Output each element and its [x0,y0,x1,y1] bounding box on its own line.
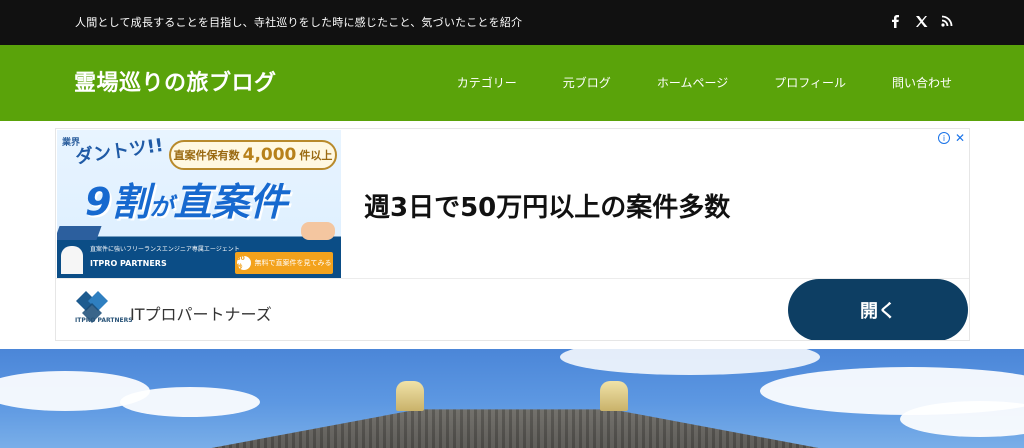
ad-mini-logo: ITPRO PARTNERS [90,259,167,268]
close-icon[interactable]: ✕ [955,131,965,145]
nav-item-profile[interactable]: プロフィール [774,74,846,91]
ad-headline[interactable]: 週3日で50万円以上の案件多数 [364,187,730,224]
nav-item-contact[interactable]: 問い合わせ [892,74,952,91]
social-links [888,14,954,28]
advertiser-name[interactable]: ITプロパートナーズ [130,301,272,325]
nav-item-category[interactable]: カテゴリー [457,74,517,91]
main-nav: カテゴリー 元ブログ ホームページ プロフィール 問い合わせ [457,74,952,91]
open-button[interactable]: 開く [788,279,968,340]
itpro-logo-icon [76,291,108,323]
ad-banner-image[interactable]: 業界 ダントツ!! 直案件保有数 4,000 件以上 9割が直案件 直案件に強い… [57,130,341,278]
ad-headline-ga: が [149,193,174,221]
ad-count-badge: 直案件保有数 4,000 件以上 [169,140,337,170]
advertiser-logo-text: ITPRO PARTNERS [75,317,133,324]
ad-cta-text: 無料で直案件を見てみる [254,259,332,267]
nav-item-original-blog[interactable]: 元ブログ [563,74,611,91]
rss-icon[interactable] [940,14,954,28]
ad-headline-main: 9割 [85,180,150,224]
advertisement[interactable]: 業界 ダントツ!! 直案件保有数 4,000 件以上 9割が直案件 直案件に強い… [55,128,970,341]
site-tagline: 人間として成長することを目指し、寺社巡りをした時に感じたこと、気づいたことを紹介 [75,16,523,29]
agent-avatar [61,246,83,274]
hero-image [0,349,1024,448]
ad-headline-end: 直案件 [173,180,288,224]
laptop-illustration [57,226,102,240]
facebook-icon[interactable] [888,14,902,28]
site-header: 霊場巡りの旅ブログ カテゴリー 元ブログ ホームページ プロフィール 問い合わせ [0,45,1024,121]
info-icon[interactable]: i [937,132,950,144]
hand-illustration [301,222,335,240]
nav-item-homepage[interactable]: ホームページ [657,74,728,91]
x-icon[interactable] [914,14,928,28]
adchoices[interactable]: i ✕ [937,131,965,145]
cloud [120,387,260,417]
ad-image-headline: 9割が直案件 [85,171,287,226]
ad-badge-suffix: 件以上 [299,149,333,162]
cloud [560,349,820,375]
ad-agent-description: 直案件に強いフリーランスエンジニア専属エージェント [90,246,240,253]
ad-badge-number: 4,000 [242,145,297,165]
ad-cta-badge: 30秒 [236,255,251,271]
site-title[interactable]: 霊場巡りの旅ブログ [74,65,277,97]
cloud [900,401,1024,437]
roof-ornament-right [600,381,628,411]
ad-badge-prefix: 直案件保有数 [173,149,240,162]
ad-bottom-section[interactable]: ITPRO PARTNERS ITプロパートナーズ 開く [56,279,969,340]
ad-mini-cta[interactable]: 30秒 無料で直案件を見てみる [235,252,333,274]
roof-ornament-left [396,381,424,411]
ad-top-section[interactable]: 業界 ダントツ!! 直案件保有数 4,000 件以上 9割が直案件 直案件に強い… [56,129,969,279]
ad-dantotsu-text: ダントツ!! [74,134,165,169]
top-bar: 人間として成長することを目指し、寺社巡りをした時に感じたこと、気づいたことを紹介 [0,0,1024,45]
